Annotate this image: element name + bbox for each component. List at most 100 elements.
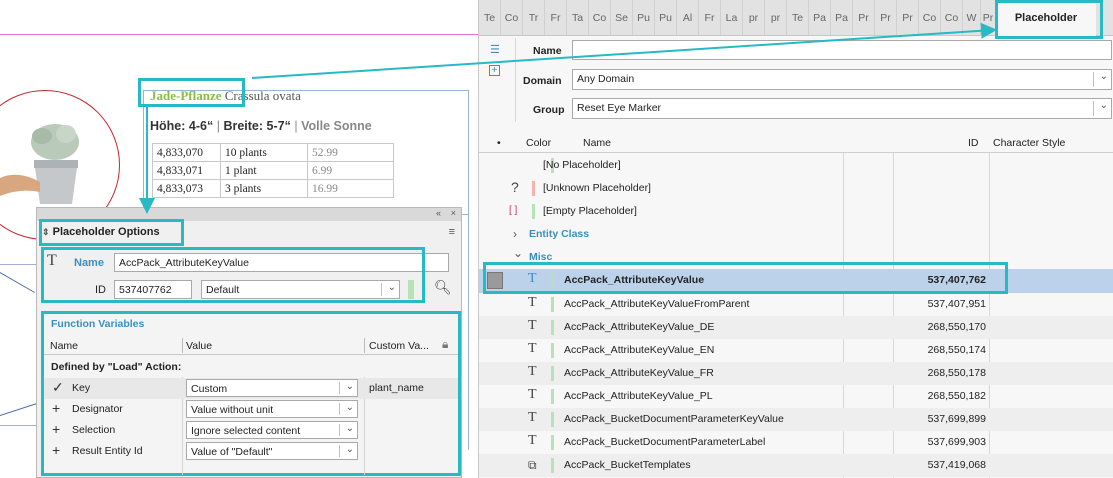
col-character-style[interactable]: Character Style bbox=[993, 137, 1065, 149]
group-select[interactable]: Reset Eye Marker ⌄ bbox=[572, 98, 1112, 119]
chevron-down-icon: ⌄ bbox=[1099, 71, 1108, 82]
list-item[interactable]: T AccPack_BucketDocumentParameterKeyValu… bbox=[479, 408, 1113, 431]
collapse-icon[interactable]: « bbox=[436, 208, 441, 218]
variable-value-select[interactable]: Custom ⌄ bbox=[186, 379, 358, 397]
item-name: [No Placeholder] bbox=[543, 159, 621, 171]
tab[interactable]: Pu bbox=[633, 0, 655, 35]
tab[interactable]: Fr bbox=[545, 0, 567, 35]
list-item[interactable]: T AccPack_AttributeKeyValue_PL 268,550,1… bbox=[479, 385, 1113, 408]
tab[interactable]: Co bbox=[589, 0, 611, 35]
list-item[interactable]: T AccPack_AttributeKeyValue_FR 268,550,1… bbox=[479, 362, 1113, 385]
tab[interactable]: Pa bbox=[809, 0, 831, 35]
variable-value-select[interactable]: Ignore selected content ⌄ bbox=[186, 421, 358, 439]
col-color[interactable]: Color bbox=[526, 137, 551, 149]
name-filter-input[interactable] bbox=[572, 40, 1112, 60]
list-item[interactable]: [ ] [Empty Placeholder] bbox=[479, 200, 1113, 223]
list-view-icon[interactable]: ☰ bbox=[490, 43, 500, 56]
question-icon: ? bbox=[511, 179, 519, 195]
plus-icon[interactable]: + bbox=[52, 400, 60, 416]
variable-value-select[interactable]: Value of "Default" ⌄ bbox=[186, 442, 358, 460]
tab[interactable]: pr bbox=[765, 0, 787, 35]
tab[interactable]: La bbox=[721, 0, 743, 35]
item-name: AccPack_BucketDocumentParameterKeyValue bbox=[564, 413, 784, 425]
item-name: AccPack_BucketTemplates bbox=[564, 459, 691, 471]
chevron-right-icon[interactable]: › bbox=[513, 227, 517, 241]
variable-row-selection[interactable]: + Selection Ignore selected content ⌄ bbox=[44, 420, 458, 441]
list-item[interactable]: ⧉ AccPack_BucketTemplates 537,419,068 bbox=[479, 454, 1113, 477]
custom-value[interactable]: plant_name bbox=[369, 382, 424, 394]
color-swatch bbox=[551, 320, 554, 335]
plus-icon[interactable]: + bbox=[52, 442, 60, 458]
tab[interactable]: Tr bbox=[523, 0, 545, 35]
item-price: 52.99 bbox=[307, 143, 394, 162]
function-variables-header: Name Value Custom Va... 🔒︎ bbox=[44, 335, 458, 355]
tab[interactable]: Pr bbox=[853, 0, 875, 35]
tab[interactable]: Pr bbox=[897, 0, 919, 35]
chevron-down-icon: ⌄ bbox=[1099, 100, 1108, 111]
tab[interactable]: Pu bbox=[655, 0, 677, 35]
chevron-down-icon[interactable]: ⌄ bbox=[513, 246, 523, 260]
col-id[interactable]: ID bbox=[968, 137, 979, 149]
tab[interactable]: Te bbox=[787, 0, 809, 35]
item-id: 268,550,174 bbox=[927, 344, 986, 356]
lock-icon[interactable]: 🔒︎ bbox=[442, 337, 448, 352]
plus-icon[interactable]: + bbox=[52, 421, 60, 437]
list-item[interactable]: T AccPack_AttributeKeyValue_DE 268,550,1… bbox=[479, 316, 1113, 339]
group-row-entity-class[interactable]: › Entity Class bbox=[479, 223, 1113, 246]
function-variables-title: Function Variables bbox=[51, 318, 145, 330]
text-placeholder-icon: T bbox=[528, 295, 537, 310]
list-item[interactable]: T AccPack_BucketDocumentParameterLabel 5… bbox=[479, 431, 1113, 454]
search-icon[interactable]: 🔍︎ bbox=[434, 279, 452, 296]
tab[interactable]: pr bbox=[743, 0, 765, 35]
select-value: Value without unit bbox=[191, 404, 274, 416]
tab[interactable]: Co bbox=[941, 0, 963, 35]
divider bbox=[182, 338, 183, 353]
variable-value-select[interactable]: Value without unit ⌄ bbox=[186, 400, 358, 418]
divider bbox=[1093, 72, 1094, 87]
variable-row-result-entity-id[interactable]: + Result Entity Id Value of "Default" ⌄ bbox=[44, 441, 458, 462]
item-name: AccPack_BucketDocumentParameterLabel bbox=[564, 436, 766, 448]
variable-row-key[interactable]: ✓ Key Custom ⌄ plant_name bbox=[44, 378, 458, 399]
group-value: Reset Eye Marker bbox=[577, 102, 662, 114]
tab[interactable]: Pa bbox=[831, 0, 853, 35]
variable-name: Result Entity Id bbox=[72, 445, 143, 457]
col-custom[interactable]: Custom Va... bbox=[369, 340, 429, 352]
chevron-down-icon: ⌄ bbox=[345, 381, 354, 392]
tab[interactable]: Fr bbox=[699, 0, 721, 35]
close-icon[interactable]: × bbox=[451, 208, 456, 218]
width-label: Breite: bbox=[223, 119, 264, 133]
panel-menu-icon[interactable]: ≡ bbox=[449, 226, 455, 238]
divider bbox=[339, 445, 340, 457]
col-value[interactable]: Value bbox=[186, 340, 212, 352]
list-item[interactable]: ? [Unknown Placeholder] bbox=[479, 177, 1113, 200]
placeholder-panel: Te Co Tr Fr Ta Co Se Pu Pu Al Fr La pr p… bbox=[478, 0, 1113, 478]
col-name[interactable]: Name bbox=[583, 137, 611, 149]
tab-highlight bbox=[995, 0, 1103, 39]
tab[interactable]: Al bbox=[677, 0, 699, 35]
defined-by-label: Defined by "Load" Action: bbox=[51, 361, 182, 373]
tab[interactable]: Se bbox=[611, 0, 633, 35]
color-swatch bbox=[551, 412, 554, 427]
variable-row-designator[interactable]: + Designator Value without unit ⌄ bbox=[44, 399, 458, 420]
check-icon[interactable]: ✓ bbox=[52, 379, 64, 396]
item-id: 4,833,070 bbox=[152, 143, 221, 162]
tab[interactable]: Co bbox=[501, 0, 523, 35]
list-item[interactable]: T AccPack_AttributeKeyValue_EN 268,550,1… bbox=[479, 339, 1113, 362]
list-item[interactable]: [No Placeholder] bbox=[479, 154, 1113, 177]
divider bbox=[515, 38, 516, 122]
col-name[interactable]: Name bbox=[50, 340, 78, 352]
tab[interactable]: Ta bbox=[567, 0, 589, 35]
divider bbox=[1093, 101, 1094, 116]
list-item[interactable]: T AccPack_AttributeKeyValueFromParent 53… bbox=[479, 293, 1113, 316]
color-swatch bbox=[551, 343, 554, 358]
tab[interactable]: Co bbox=[919, 0, 941, 35]
tab[interactable]: Pr bbox=[875, 0, 897, 35]
tab[interactable]: Pr bbox=[981, 0, 996, 35]
add-placeholder-icon[interactable]: + bbox=[489, 65, 500, 76]
frame-link-line bbox=[0, 402, 39, 416]
group-row-misc[interactable]: ⌄ Misc bbox=[479, 246, 1113, 260]
tab[interactable]: Te bbox=[479, 0, 501, 35]
tab[interactable]: W bbox=[963, 0, 981, 35]
item-qty: 1 plant bbox=[220, 161, 308, 180]
domain-select[interactable]: Any Domain ⌄ bbox=[572, 69, 1112, 90]
